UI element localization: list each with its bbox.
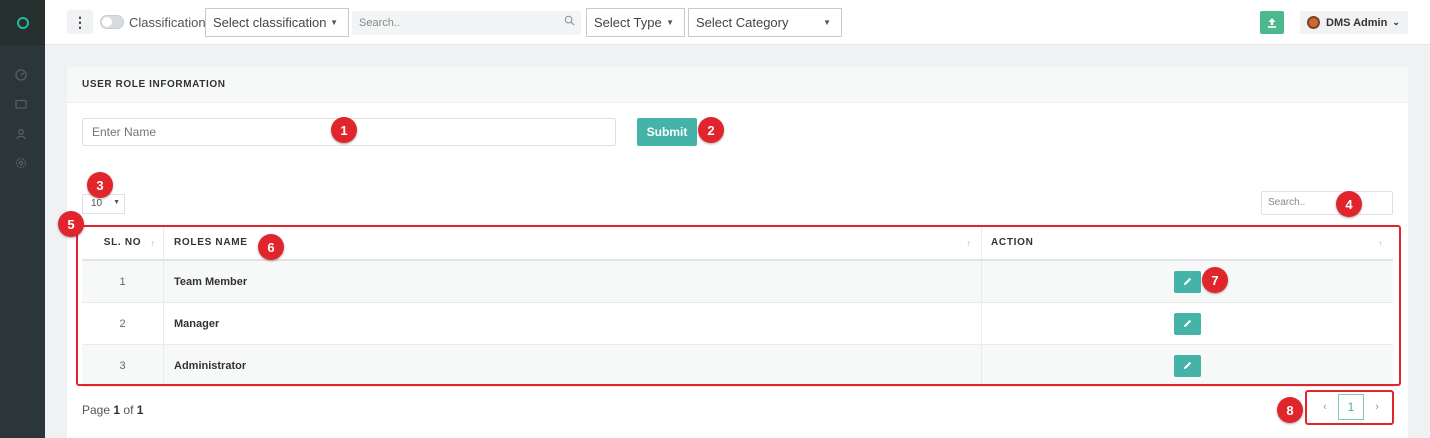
avatar [1307,16,1320,29]
annotation-badge: 1 [331,117,357,143]
type-select[interactable]: Select Type ▼ [586,8,685,37]
card-header: USER ROLE INFORMATION [67,67,1408,103]
upload-icon [1268,17,1276,28]
users-icon[interactable] [15,128,27,140]
classification-toggle[interactable] [100,15,124,29]
folder-icon[interactable] [15,98,27,110]
table-search-input[interactable]: Search.. [1261,191,1393,215]
submit-button[interactable]: Submit [637,118,697,146]
global-search-placeholder: Search.. [359,17,400,29]
app-logo[interactable] [0,0,45,45]
dashboard-icon[interactable] [15,69,27,81]
pagination-highlight [1305,390,1394,425]
page-of-text: of [123,403,134,417]
upload-button[interactable] [1260,11,1284,34]
card-title: USER ROLE INFORMATION [82,79,226,90]
chevron-down-icon: ⌄ [1392,17,1400,27]
global-search-input[interactable]: Search.. [352,11,581,35]
annotation-badge: 8 [1277,397,1303,423]
caret-down-icon: ▼ [823,18,831,27]
classification-select-value: Select classification [213,15,327,30]
annotation-badge: 3 [87,172,113,198]
logo-ring-icon [16,16,29,29]
page-total: 1 [136,403,144,417]
sidebar [0,0,45,438]
settings-icon[interactable] [15,157,27,169]
annotation-badge: 2 [698,117,724,143]
user-menu-button[interactable]: DMS Admin ⌄ [1300,11,1408,34]
top-bar: ⋮ Classification Select classification ▼… [45,0,1430,45]
annotation-badge: 6 [258,234,284,260]
page-length-value: 10 [91,198,103,209]
type-select-value: Select Type [594,15,662,30]
caret-down-icon: ▼ [113,199,120,206]
annotation-badge: 4 [1336,191,1362,217]
category-select-value: Select Category [696,15,789,30]
annotation-badge: 5 [58,211,84,237]
page-info-text: Page [82,403,111,417]
search-icon[interactable] [564,15,575,26]
caret-down-icon: ▼ [330,18,338,27]
caret-down-icon: ▼ [666,18,674,27]
page-info: Page 1 of 1 [82,403,143,417]
classification-toggle-label: Classification [129,15,206,30]
table-search-placeholder: Search.. [1268,197,1306,208]
page-current: 1 [113,403,121,417]
kebab-menu-button[interactable]: ⋮ [67,10,93,34]
classification-select[interactable]: Select classification ▼ [205,8,349,37]
user-name: DMS Admin [1326,16,1388,29]
category-select[interactable]: Select Category ▼ [688,8,842,37]
annotation-badge: 7 [1202,267,1228,293]
